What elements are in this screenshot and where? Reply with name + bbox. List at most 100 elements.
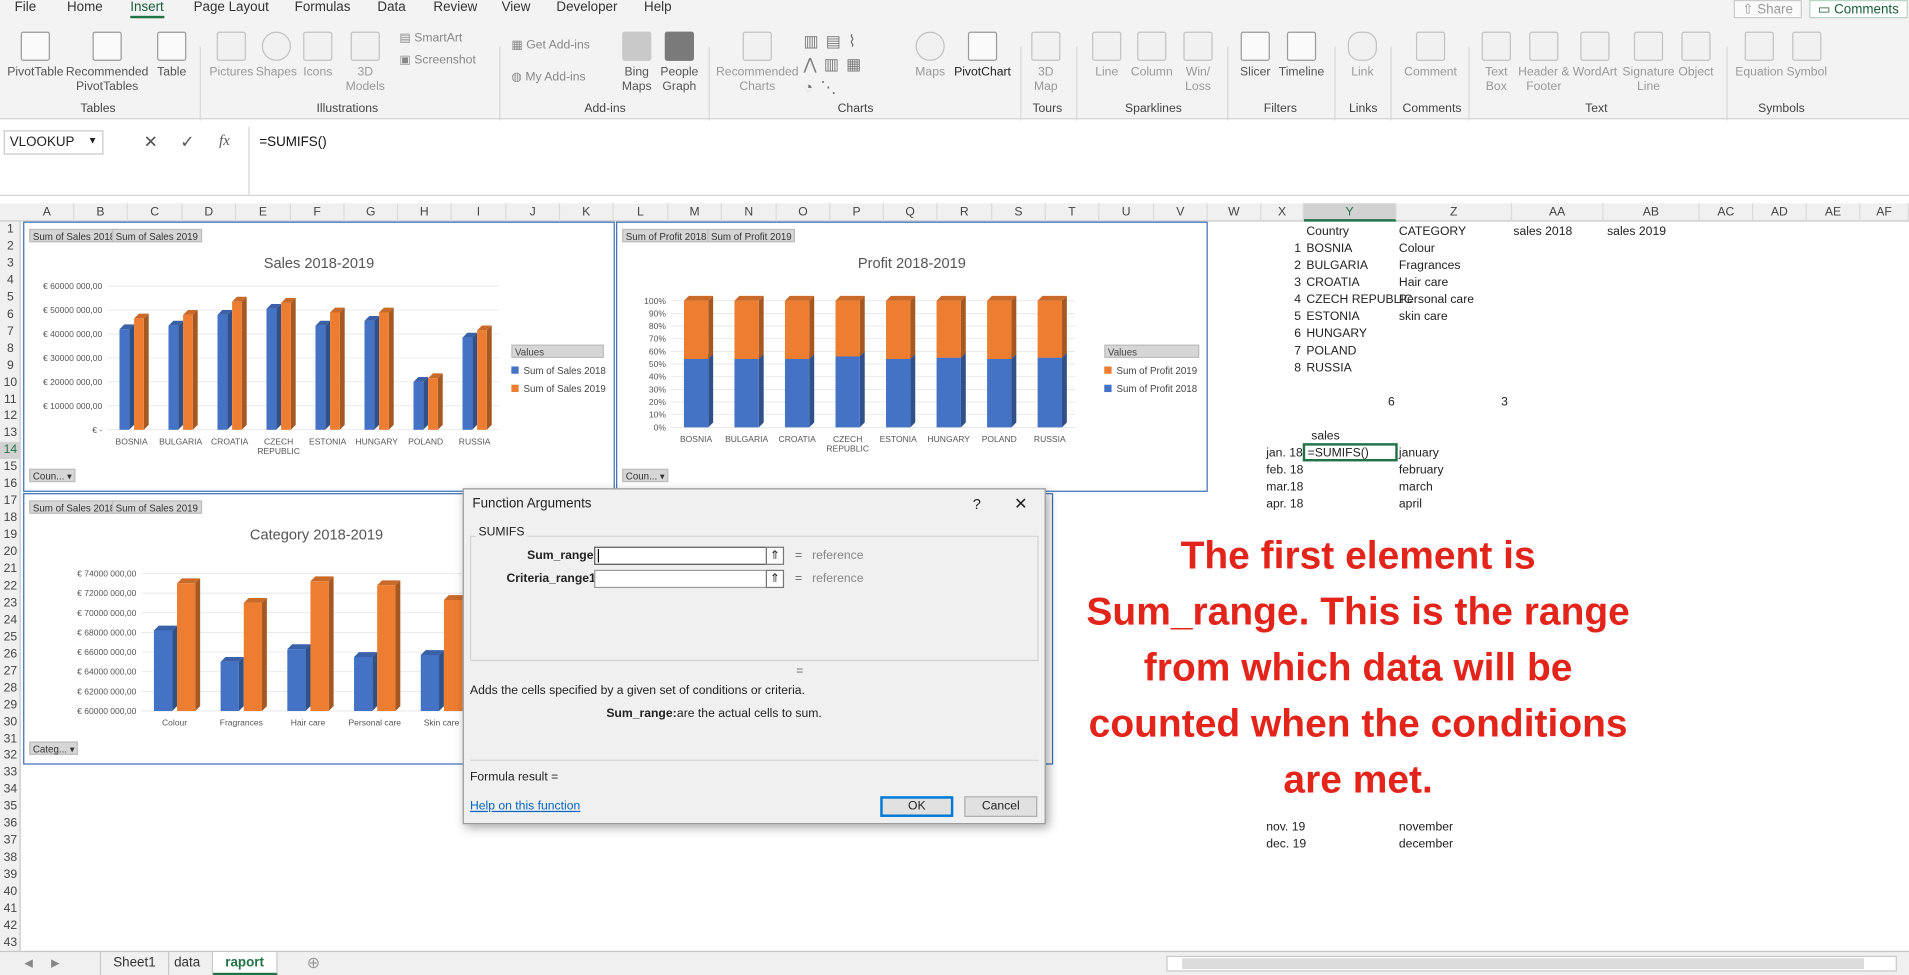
- column-header-i[interactable]: I: [452, 203, 507, 222]
- row-header-32[interactable]: 32: [0, 748, 21, 765]
- cancel-icon[interactable]: ✕: [144, 131, 158, 152]
- share-button[interactable]: ⇧ Share: [1733, 0, 1802, 19]
- smartart-button[interactable]: ▤ SmartArt: [399, 32, 462, 45]
- header-footer-button[interactable]: Header & Footer: [1517, 31, 1571, 95]
- row-header-9[interactable]: 9: [0, 357, 21, 374]
- chart-type-gallery[interactable]: ▥▤⌇ ⋀▥▦ ◔⋱: [804, 29, 869, 98]
- tab-help[interactable]: Help: [644, 0, 672, 15]
- row-header-34[interactable]: 34: [0, 782, 21, 799]
- pivotchart-button[interactable]: PivotChart: [952, 31, 1013, 81]
- pictures-button[interactable]: Pictures: [209, 31, 253, 81]
- comment-button[interactable]: Comment: [1400, 31, 1461, 81]
- row-header-21[interactable]: 21: [0, 561, 21, 578]
- row-header-39[interactable]: 39: [0, 867, 21, 884]
- column-header-u[interactable]: U: [1099, 203, 1155, 222]
- column-header-r[interactable]: R: [937, 203, 993, 222]
- tab-view[interactable]: View: [502, 0, 531, 15]
- row-header-15[interactable]: 15: [0, 459, 21, 476]
- column-header-j[interactable]: J: [506, 203, 561, 222]
- my-addins-button[interactable]: ◍ My Add-ins: [511, 71, 585, 84]
- profit-chart[interactable]: Sum of Profit 2018 Sum of Profit 2019 Pr…: [616, 221, 1208, 492]
- horizontal-scrollbar[interactable]: [1166, 955, 1897, 972]
- row-header-14[interactable]: 14: [0, 442, 21, 460]
- icons-button[interactable]: Icons: [300, 31, 337, 81]
- row-header-30[interactable]: 30: [0, 714, 21, 731]
- column-header-c[interactable]: C: [128, 203, 183, 222]
- tab-formulas[interactable]: Formulas: [295, 0, 351, 15]
- recommended-pivottables-button[interactable]: Recommended PivotTables: [66, 31, 149, 95]
- add-sheet-icon[interactable]: ⊕: [307, 953, 320, 972]
- row-header-6[interactable]: 6: [0, 307, 21, 324]
- sparkline-column-button[interactable]: Column: [1127, 31, 1176, 81]
- cell-index[interactable]: 2: [1294, 258, 1301, 274]
- shapes-button[interactable]: Shapes: [256, 31, 297, 81]
- cell-country[interactable]: ESTONIA: [1306, 309, 1359, 325]
- column-header-af[interactable]: AF: [1860, 203, 1909, 222]
- scrollbar-thumb[interactable]: [1182, 958, 1864, 970]
- cell-sales2018-header[interactable]: sales 2018: [1513, 224, 1572, 240]
- row-header-37[interactable]: 37: [0, 833, 21, 850]
- row-header-16[interactable]: 16: [0, 476, 21, 493]
- cell-category[interactable]: Hair care: [1399, 275, 1448, 291]
- cell-country[interactable]: RUSSIA: [1306, 360, 1351, 376]
- column-header-ab[interactable]: AB: [1603, 203, 1700, 222]
- help-icon[interactable]: ?: [973, 496, 981, 513]
- tab-file[interactable]: File: [15, 0, 37, 15]
- tab-data[interactable]: Data: [377, 0, 405, 15]
- column-header-l[interactable]: L: [614, 203, 669, 222]
- column-header-d[interactable]: D: [183, 203, 237, 222]
- row-header-1[interactable]: 1: [0, 222, 21, 239]
- column-header-b[interactable]: B: [74, 203, 128, 222]
- cell-category[interactable]: skin care: [1399, 309, 1448, 325]
- row-header-5[interactable]: 5: [0, 290, 21, 307]
- row-header-43[interactable]: 43: [0, 935, 21, 952]
- ok-button[interactable]: OK: [880, 796, 954, 817]
- column-header-ad[interactable]: AD: [1753, 203, 1807, 222]
- row-header-4[interactable]: 4: [0, 273, 21, 290]
- criteria-range1-input[interactable]: [594, 569, 768, 589]
- tab-review[interactable]: Review: [433, 0, 477, 15]
- cell-category[interactable]: Personal care: [1399, 292, 1474, 308]
- row-header-2[interactable]: 2: [0, 239, 21, 256]
- row-header-23[interactable]: 23: [0, 595, 21, 612]
- cell-index[interactable]: 6: [1294, 326, 1301, 342]
- cell-index[interactable]: 4: [1294, 292, 1301, 308]
- collapse-dialog-icon[interactable]: ⇑: [765, 546, 785, 565]
- cell-date[interactable]: nov. 19: [1266, 819, 1305, 835]
- recommended-charts-button[interactable]: Recommended Charts: [716, 31, 799, 95]
- row-header-18[interactable]: 18: [0, 510, 21, 527]
- enter-icon[interactable]: ✓: [180, 131, 194, 152]
- tab-home[interactable]: Home: [67, 0, 103, 15]
- cell-country[interactable]: BULGARIA: [1306, 258, 1368, 274]
- row-header-40[interactable]: 40: [0, 884, 21, 901]
- cell-category-header[interactable]: CATEGORY: [1399, 224, 1466, 240]
- cell-date[interactable]: jan. 18: [1266, 446, 1303, 462]
- sheet-tab-data[interactable]: data: [162, 952, 214, 975]
- column-header-m[interactable]: M: [668, 203, 722, 222]
- equation-button[interactable]: Equation: [1734, 31, 1785, 81]
- help-link[interactable]: Help on this function: [470, 800, 580, 813]
- pivottable-button[interactable]: PivotTable: [7, 31, 63, 81]
- formula-input[interactable]: =SUMIFS(): [259, 135, 326, 150]
- signature-line-button[interactable]: Signature Line: [1622, 31, 1676, 95]
- row-header-10[interactable]: 10: [0, 374, 21, 391]
- row-header-17[interactable]: 17: [0, 493, 21, 510]
- cell-month[interactable]: december: [1399, 836, 1453, 852]
- sparkline-line-button[interactable]: Line: [1088, 31, 1125, 81]
- cell-count-left[interactable]: 6: [1388, 394, 1395, 410]
- sheet-tab-raport[interactable]: raport: [213, 952, 278, 975]
- link-button[interactable]: Link: [1344, 31, 1381, 81]
- name-box[interactable]: VLOOKUP ▼: [3, 130, 104, 155]
- column-header-x[interactable]: X: [1261, 203, 1304, 222]
- get-addins-button[interactable]: ▦ Get Add-ins: [511, 39, 590, 52]
- column-header-o[interactable]: O: [777, 203, 831, 222]
- cell-index[interactable]: 5: [1294, 309, 1301, 325]
- row-header-24[interactable]: 24: [0, 612, 21, 629]
- cell-month[interactable]: november: [1399, 819, 1453, 835]
- row-header-3[interactable]: 3: [0, 256, 21, 273]
- sum-range-input[interactable]: [594, 546, 768, 565]
- cell-month[interactable]: february: [1399, 463, 1444, 479]
- slicer-button[interactable]: Slicer: [1235, 31, 1276, 81]
- text-box-button[interactable]: Text Box: [1476, 31, 1517, 95]
- cell-date[interactable]: apr. 18: [1266, 497, 1303, 513]
